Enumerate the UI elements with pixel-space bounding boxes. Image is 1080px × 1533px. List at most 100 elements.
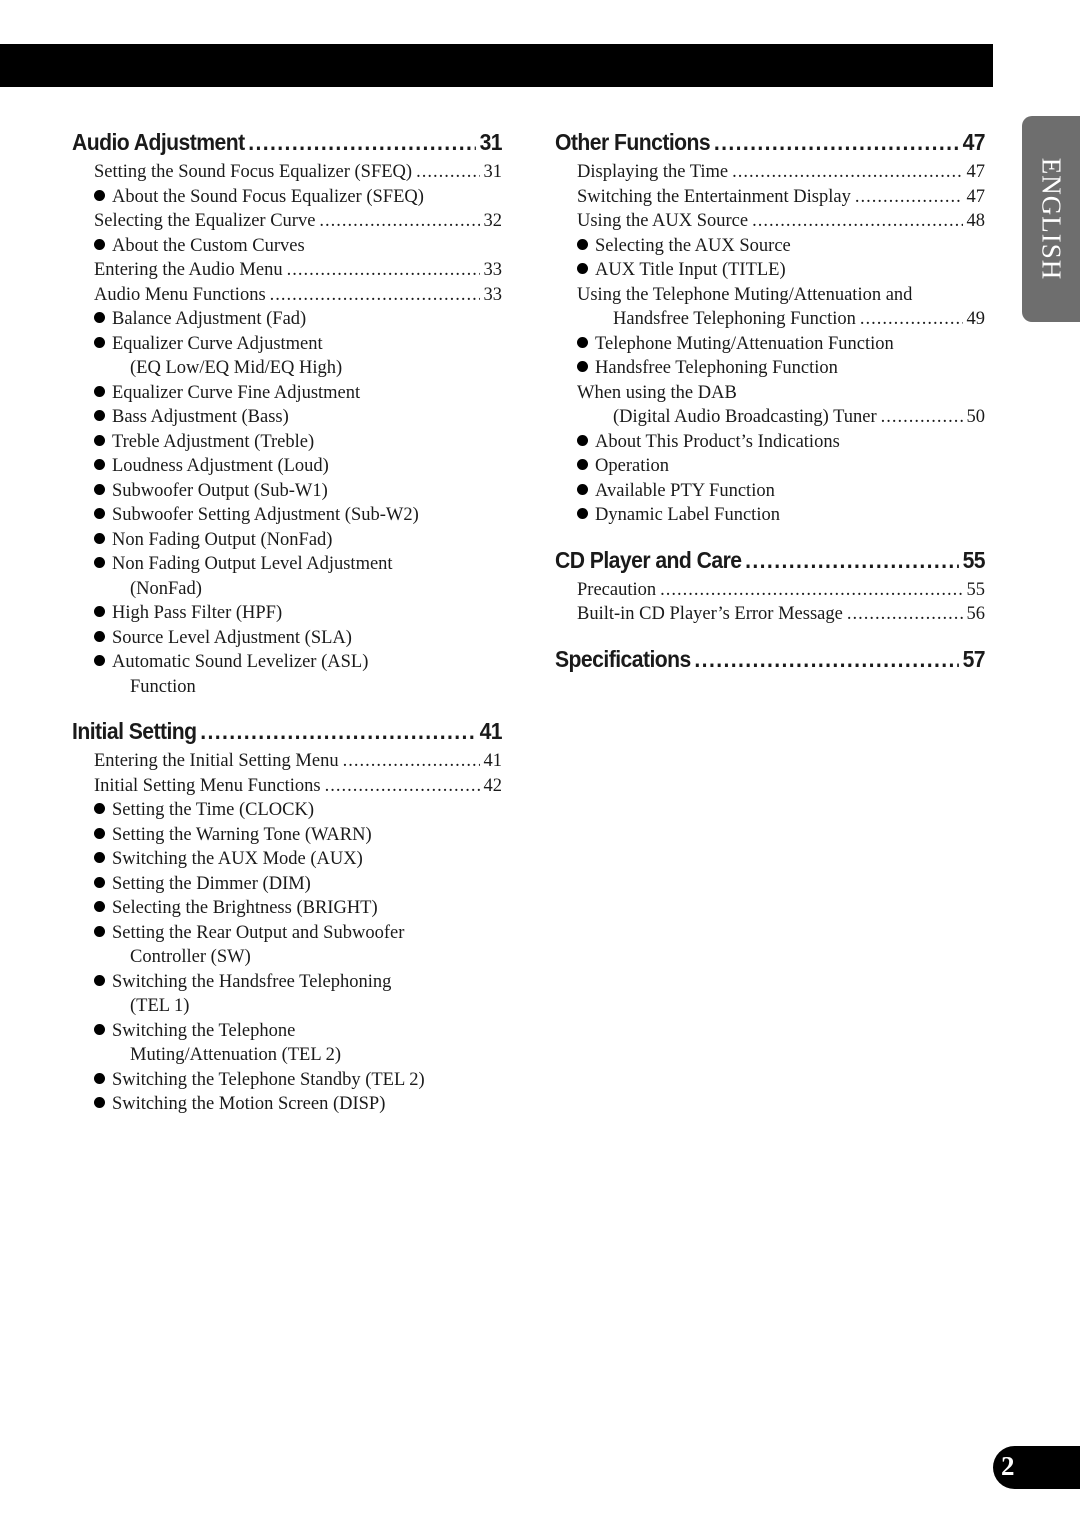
entry-page: 32 xyxy=(483,211,503,231)
dot-leader xyxy=(343,749,480,774)
bullet-icon xyxy=(94,606,105,617)
bullet-icon xyxy=(94,483,105,495)
toc-entry[interactable]: Precaution 55 xyxy=(555,578,985,603)
entry-text: Setting the Time (CLOCK) xyxy=(112,800,314,820)
entry-text: Built-in CD Player’s Error Message xyxy=(577,604,843,624)
toc-entry[interactable]: Using the AUX Source 48 xyxy=(555,209,985,234)
entry-text: (TEL 1) xyxy=(130,996,190,1016)
dot-leader xyxy=(752,209,962,234)
toc-entry[interactable]: Entering the Audio Menu 33 xyxy=(72,258,502,283)
bullet-icon xyxy=(577,361,588,372)
bullet-icon xyxy=(94,974,105,986)
section-heading[interactable]: Initial Setting 41 xyxy=(72,713,503,749)
dot-leader xyxy=(660,578,962,603)
bullet-icon xyxy=(94,1023,105,1035)
toc-entry[interactable]: Selecting the Equalizer Curve 32 xyxy=(72,209,502,234)
toc-bullet-item: Setting the Dimmer (DIM) xyxy=(72,872,502,897)
entry-page: 41 xyxy=(483,751,503,771)
bullet-icon xyxy=(94,508,105,519)
entry-text: Switching the Entertainment Display xyxy=(577,186,851,207)
dot-leader xyxy=(270,283,480,308)
toc-bullet-item: Switching the Motion Screen (DISP) xyxy=(72,1092,502,1117)
dot-leader xyxy=(325,774,480,799)
entry-text: Controller (SW) xyxy=(130,947,251,967)
section-heading[interactable]: Other Functions 47 xyxy=(555,124,986,160)
entry-text: Setting the Dimmer (DIM) xyxy=(112,873,311,894)
toc-bullet-item: Subwoofer Setting Adjustment (Sub-W2) xyxy=(72,503,502,528)
bullet-icon xyxy=(94,410,105,421)
toc-bullet-item: Selecting the AUX Source xyxy=(555,234,985,259)
entry-text: AUX Title Input (TITLE) xyxy=(595,260,786,280)
entry-text: Selecting the Brightness (BRIGHT) xyxy=(112,898,378,918)
dot-leader xyxy=(714,124,959,160)
entry-text: Using the Telephone Muting/Attenuation a… xyxy=(577,284,913,305)
toc-entry[interactable]: Switching the Entertainment Display 47 xyxy=(555,185,985,210)
bullet-icon xyxy=(94,238,105,250)
section-page: 31 xyxy=(479,129,503,155)
entry-text: Switching the AUX Mode (AUX) xyxy=(112,849,363,869)
toc-bullet-item: Switching the Telephone xyxy=(72,1019,502,1044)
section-title: Initial Setting xyxy=(72,718,197,744)
bullet-icon xyxy=(94,925,105,937)
page-number-badge: 2 xyxy=(993,1446,1080,1489)
toc-bullet-item: AUX Title Input (TITLE) xyxy=(555,258,985,283)
entry-text: Operation xyxy=(595,456,669,476)
entry-page: 42 xyxy=(483,775,503,796)
section-page: 47 xyxy=(962,129,986,155)
entry-text: (NonFad) xyxy=(130,578,202,599)
bullet-icon xyxy=(577,263,588,274)
section-heading[interactable]: Specifications 57 xyxy=(555,641,986,677)
toc-bullet-item: Switching the Handsfree Telephoning xyxy=(72,970,502,995)
toc-entry[interactable]: (Digital Audio Broadcasting) Tuner 50 xyxy=(555,405,985,430)
entry-page: 47 xyxy=(966,162,986,182)
bullet-icon xyxy=(94,312,105,323)
bullet-icon xyxy=(94,901,105,912)
toc-bullet-item: About This Product’s Indications xyxy=(555,430,985,455)
section-title: CD Player and Care xyxy=(555,546,742,573)
toc-entry[interactable]: Handsfree Telephoning Function 49 xyxy=(555,307,985,332)
entry-text: Muting/Attenuation (TEL 2) xyxy=(130,1045,341,1065)
toc-bullet-item: Switching the Telephone Standby (TEL 2) xyxy=(72,1068,502,1093)
toc-bullet-item: Subwoofer Output (Sub-W1) xyxy=(72,479,502,504)
toc-entry: (EQ Low/EQ Mid/EQ High) xyxy=(72,356,502,381)
section-title: Audio Adjustment xyxy=(72,129,245,155)
toc-bullet-item: Switching the AUX Mode (AUX) xyxy=(72,847,502,872)
entry-text: Setting the Sound Focus Equalizer (SFEQ) xyxy=(94,162,413,182)
dot-leader xyxy=(881,405,963,430)
entry-text: Source Level Adjustment (SLA) xyxy=(112,627,352,648)
toc-entry: Controller (SW) xyxy=(72,945,502,970)
toc-entry[interactable]: Built-in CD Player’s Error Message 56 xyxy=(555,602,985,627)
toc-entry[interactable]: Entering the Initial Setting Menu 41 xyxy=(72,749,502,774)
toc-entry[interactable]: Displaying the Time 47 xyxy=(555,160,985,185)
toc-bullet-item: Operation xyxy=(555,454,985,479)
entry-text: Non Fading Output Level Adjustment xyxy=(112,554,393,574)
entry-text: Available PTY Function xyxy=(595,480,775,501)
bullet-icon xyxy=(94,434,105,446)
entry-page: 47 xyxy=(966,186,986,207)
section-heading[interactable]: CD Player and Care 55 xyxy=(555,542,986,578)
entry-text: Bass Adjustment (Bass) xyxy=(112,407,289,427)
toc-entry[interactable]: Setting the Sound Focus Equalizer (SFEQ)… xyxy=(72,160,502,185)
toc-bullet-item: Equalizer Curve Adjustment xyxy=(72,332,502,357)
dot-leader xyxy=(855,185,963,210)
toc-section: Other Functions47Displaying the Time47Sw… xyxy=(555,124,986,528)
toc-bullet-item: Setting the Rear Output and Subwoofer xyxy=(72,921,502,946)
entry-text: Switching the Telephone xyxy=(112,1020,296,1041)
toc-bullet-item: Available PTY Function xyxy=(555,479,985,504)
dot-leader xyxy=(200,713,476,749)
entry-text: Switching the Telephone Standby (TEL 2) xyxy=(112,1069,425,1090)
bullet-icon xyxy=(94,557,105,568)
bullet-icon xyxy=(94,532,105,544)
dot-leader xyxy=(694,641,958,677)
entry-text: Subwoofer Output (Sub-W1) xyxy=(112,480,328,501)
toc-entry[interactable]: Audio Menu Functions 33 xyxy=(72,283,502,308)
toc-bullet-item: Setting the Warning Tone (WARN) xyxy=(72,823,502,848)
entry-text: (Digital Audio Broadcasting) Tuner xyxy=(613,407,877,427)
toc-bullet-item: Telephone Muting/Attenuation Function xyxy=(555,332,985,357)
section-heading[interactable]: Audio Adjustment 31 xyxy=(72,124,503,160)
entry-text: Switching the Handsfree Telephoning xyxy=(112,971,392,992)
toc-entry[interactable]: Initial Setting Menu Functions 42 xyxy=(72,774,502,799)
toc-bullet-item: Loudness Adjustment (Loud) xyxy=(72,454,502,479)
toc-bullet-item: About the Sound Focus Equalizer (SFEQ) xyxy=(72,185,502,210)
bullet-icon xyxy=(94,189,105,201)
